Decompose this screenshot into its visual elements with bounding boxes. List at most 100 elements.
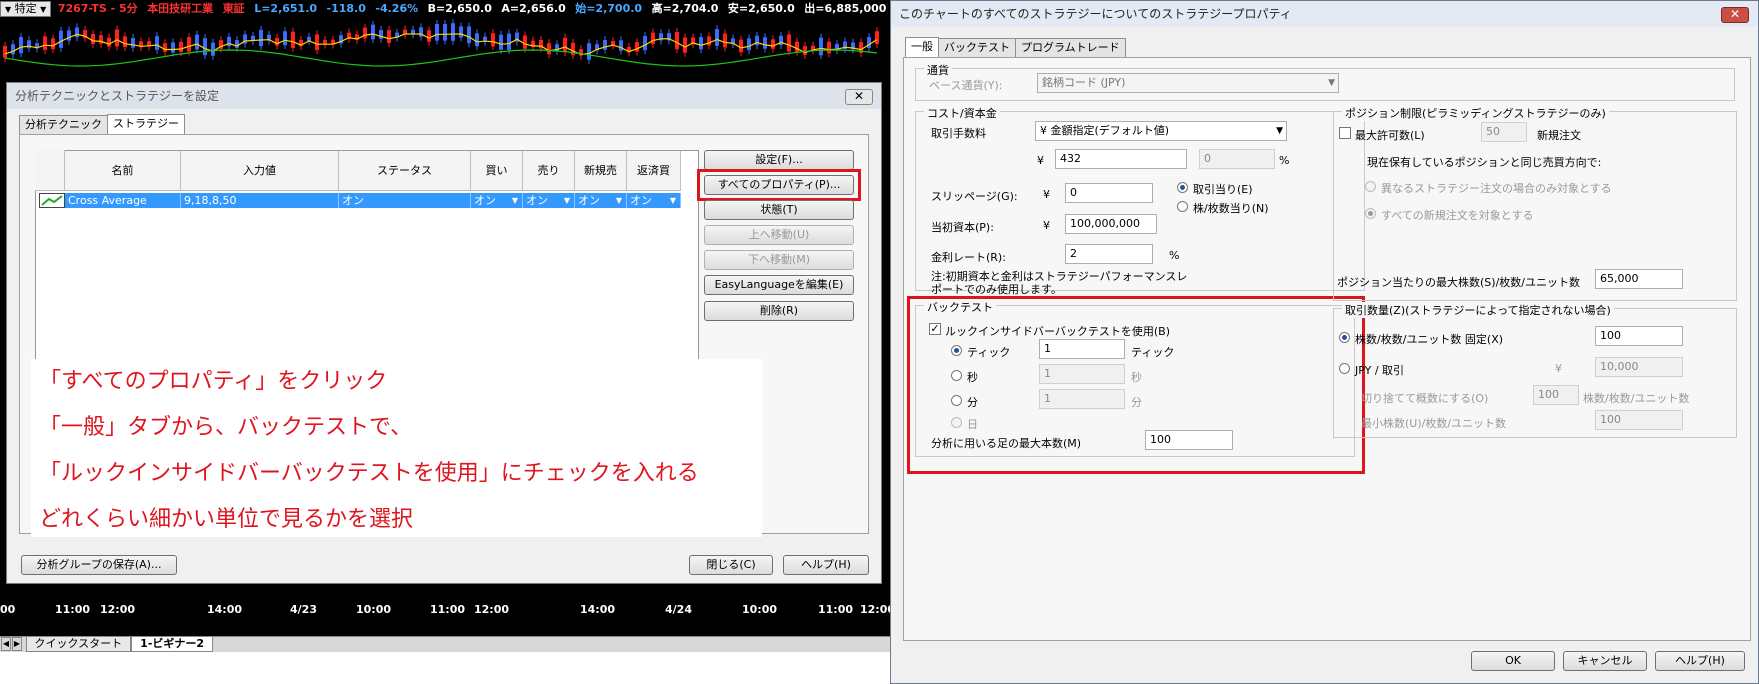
fixed-shares-radio[interactable] — [1339, 332, 1350, 343]
sheet-nav-prev-icon[interactable]: ◀ — [1, 637, 11, 651]
sheet-tabs: ◀ ▶ クイックスタート 1-ビギナー2 — [0, 636, 890, 652]
edit-easylanguage-button[interactable]: EasyLanguageを編集(E) — [704, 275, 854, 295]
time-axis-label: 10:00 — [356, 603, 392, 616]
jpy-yen: ¥ — [1555, 362, 1562, 375]
col-cover-buy[interactable]: 返済買 — [627, 151, 681, 190]
move-up-button[interactable]: 上へ移動(U) — [704, 225, 854, 245]
help-button[interactable]: ヘルプ(H) — [783, 555, 869, 575]
jpy-amount-input[interactable]: 10,000 — [1595, 357, 1683, 377]
interest-rate-label: 金利レート(R): — [931, 251, 1006, 264]
tab-backtest[interactable]: バックテスト — [938, 38, 1016, 57]
mode-combo-value: 特定 — [14, 2, 37, 15]
sheet-tab-beginner2[interactable]: 1-ビギナー2 — [131, 637, 214, 652]
row-new-sell[interactable]: オン ▼ — [575, 193, 627, 208]
left-dialog-tabs: 分析テクニック ストラテジー — [19, 113, 185, 135]
chevron-down-icon: ▼ — [563, 196, 570, 205]
tab-analysis-technique[interactable]: 分析テクニック — [19, 115, 108, 134]
all-properties-highlight — [697, 169, 861, 201]
fixed-shares-label: 株数/枚数/ユニット数 固定(X) — [1355, 333, 1504, 346]
row-name: Cross Average — [65, 193, 181, 208]
capital-yen: ¥ — [1043, 219, 1050, 232]
strategy-properties-dialog: このチャートのすべてのストラテジーについてのストラテジープロパティ ✕ 一般 バッ… — [890, 0, 1759, 684]
help-button-right[interactable]: ヘルプ(H) — [1655, 651, 1745, 671]
annotation-line-1: 「すべてのプロパティ」をクリック — [39, 369, 388, 394]
time-axis-label: 10:00 — [742, 603, 778, 616]
tab-strategy[interactable]: ストラテジー — [107, 114, 185, 135]
state-button[interactable]: 状態(T) — [704, 200, 854, 220]
strategy-row-chart-icon[interactable] — [39, 193, 65, 208]
col-name[interactable]: 名前 — [65, 151, 181, 190]
ok-button[interactable]: OK — [1471, 651, 1555, 671]
interest-rate-input[interactable]: 2 — [1065, 244, 1153, 264]
row-sell[interactable]: オン ▼ — [523, 193, 575, 208]
sheet-tab-quickstart[interactable]: クイックスタート — [25, 637, 132, 652]
min-shares-input[interactable]: 100 — [1595, 410, 1683, 430]
max-shares-label: ポジション当たりの最大株数(S)/枚数/ユニット数 — [1337, 276, 1580, 289]
sheet-nav-next-icon[interactable]: ▶ — [12, 637, 22, 651]
initial-capital-label: 当初資本(P): — [931, 221, 994, 234]
low-price: 安=2,650.0 — [727, 2, 795, 15]
row-buy[interactable]: オン ▼ — [471, 193, 523, 208]
different-strategy-radio[interactable] — [1365, 181, 1376, 192]
jpy-per-trade-label: JPY / 取引 — [1355, 364, 1405, 377]
commission-combo[interactable]: ¥ 金額指定(デフォルト値) ▼ — [1035, 121, 1287, 141]
per-share-radio[interactable] — [1177, 201, 1188, 212]
strategy-row[interactable]: Cross Average 9,18,8,50 オン オン ▼ オン ▼ オン ▼ オ… — [65, 193, 681, 208]
chevron-down-icon: ▼ — [511, 196, 518, 205]
max-shares-input[interactable]: 65,000 — [1595, 269, 1683, 289]
right-dialog-close-icon[interactable]: ✕ — [1721, 7, 1749, 23]
save-analysis-group-button[interactable]: 分析グループの保存(A)... — [21, 555, 177, 575]
col-sell[interactable]: 売り — [523, 151, 575, 190]
jpy-per-trade-radio[interactable] — [1339, 363, 1350, 374]
commission-amount-input[interactable]: 432 — [1055, 149, 1187, 169]
delete-button[interactable]: 削除(R) — [704, 301, 854, 321]
close-button[interactable]: 閉じる(C) — [689, 555, 773, 575]
ask-price: A=2,656.0 — [501, 2, 566, 15]
right-dialog-title: このチャートのすべてのストラテジーについてのストラテジープロパティ — [891, 1, 1758, 27]
all-new-orders-radio[interactable] — [1365, 208, 1376, 219]
col-new-sell[interactable]: 新規売 — [575, 151, 627, 190]
round-down-unit: 株数/枚数/ユニット数 — [1583, 392, 1690, 405]
commission-pct-sign: % — [1279, 154, 1290, 167]
max-allowed-input[interactable]: 50 — [1481, 122, 1527, 142]
base-currency-combo[interactable]: 銘柄コード (JPY) ▼ — [1037, 73, 1339, 93]
tab-program-trade[interactable]: プログラムトレード — [1015, 38, 1126, 57]
per-share-label: 株/枚数当り(N) — [1193, 202, 1269, 215]
left-dialog-close-icon[interactable]: ✕ — [845, 89, 873, 105]
commission-yen: ¥ — [1037, 154, 1044, 167]
cancel-button[interactable]: キャンセル — [1563, 651, 1647, 671]
initial-capital-input[interactable]: 100,000,000 — [1065, 214, 1157, 234]
time-axis-label: 12:00 — [100, 603, 136, 616]
settings-button[interactable]: 設定(F)... — [704, 150, 854, 170]
tab-general[interactable]: 一般 — [905, 37, 939, 58]
col-buy[interactable]: 買い — [471, 151, 523, 190]
max-allowed-label: 最大許可数(L) — [1355, 129, 1425, 142]
max-allowed-checkbox[interactable] — [1339, 127, 1351, 139]
row-status: オン — [339, 193, 471, 208]
chevron-down-icon: ▼ — [1276, 126, 1283, 136]
time-axis-label: 14:00 — [207, 603, 243, 616]
slippage-input[interactable]: 0 — [1065, 183, 1153, 203]
time-axis-label: 11:00 — [818, 603, 854, 616]
analysis-strategy-dialog: 分析テクニックとストラテジーを設定 ✕ 分析テクニック ストラテジー 名前 入力値… — [6, 82, 882, 584]
move-down-button[interactable]: 下へ移動(M) — [704, 250, 854, 270]
volume-label: 出=6,885,000 — [804, 2, 887, 15]
price-change: -118.0 — [326, 2, 366, 15]
per-trade-radio[interactable] — [1177, 182, 1188, 193]
commission-combo-value: ¥ 金額指定(デフォルト値) — [1040, 124, 1170, 137]
fixed-shares-input[interactable]: 100 — [1595, 326, 1683, 346]
cost-legend: コスト/資本金 — [924, 105, 1000, 121]
list-corner — [35, 150, 65, 191]
currency-legend: 通貨 — [924, 62, 952, 78]
col-inputs[interactable]: 入力値 — [181, 151, 339, 190]
row-cover-buy[interactable]: オン ▼ — [627, 193, 681, 208]
time-axis-label: 12:00 — [860, 603, 890, 616]
round-down-input[interactable]: 100 — [1533, 385, 1579, 405]
mode-combo[interactable]: ▼ 特定 ▼ — [0, 1, 52, 17]
left-dialog-title: 分析テクニックとストラテジーを設定 — [7, 83, 881, 109]
commission-pct-input[interactable]: 0 — [1199, 149, 1275, 169]
time-axis-label: 4/24 — [665, 603, 692, 616]
time-axis-label: 12:00 — [474, 603, 510, 616]
col-status[interactable]: ステータス — [339, 151, 471, 190]
base-currency-label: ベース通貨(Y): — [929, 79, 1003, 92]
